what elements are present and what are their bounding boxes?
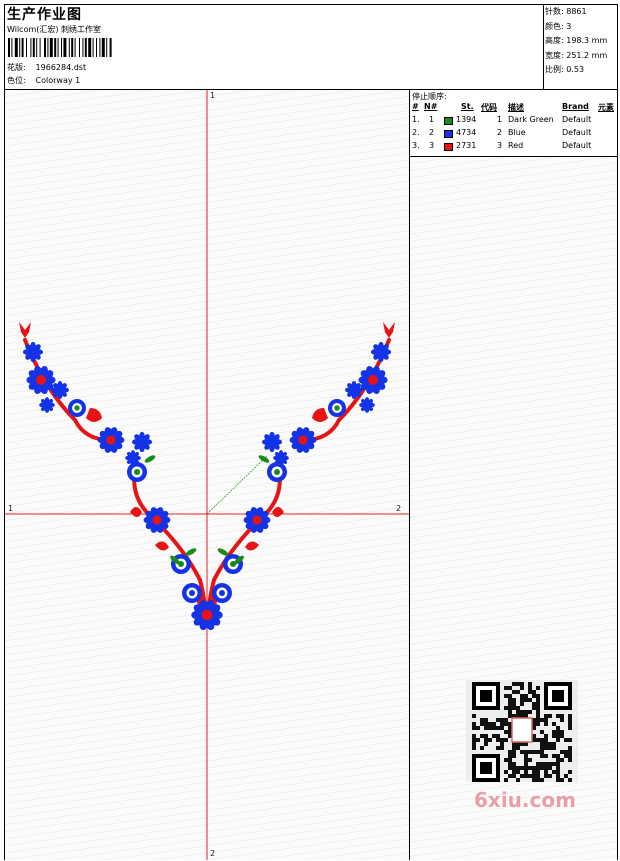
- col-header-element: 元素: [598, 103, 614, 112]
- stop-sequence-table: 停止顺序: # N# St. 代码 描述 Brand 元素 1. 1 1394 1 Da…: [410, 90, 617, 157]
- barcode-icon: [8, 38, 112, 57]
- header-left: 生产作业图 Wilcom(汇宏) 刺绣工作室 花版: 1966284.dst 色…: [5, 5, 544, 89]
- col-header-num: #: [412, 102, 419, 111]
- stop-code: 2: [497, 128, 503, 137]
- stop-stitches: 4734: [456, 128, 477, 137]
- stop-brand: Default: [562, 128, 592, 137]
- stop-desc: Blue: [508, 128, 526, 137]
- axis-right-label: 2: [396, 504, 402, 513]
- colorway-info: 色位: Colorway 1: [7, 75, 80, 86]
- design-file-label: 花版:: [7, 63, 26, 72]
- col-header-code: 代码: [481, 103, 497, 112]
- stop-num: 1.: [412, 115, 420, 124]
- stop-n: 3: [429, 141, 435, 150]
- embroidery-preview: [5, 90, 409, 860]
- stop-desc: Red: [508, 141, 524, 150]
- stat-scale: 比例: 0.53: [545, 65, 585, 74]
- stop-num: 3.: [412, 141, 420, 150]
- stop-brand: Default: [562, 141, 592, 150]
- stop-code: 1: [497, 115, 503, 124]
- studio-name: Wilcom(汇宏) 刺绣工作室: [7, 25, 102, 34]
- design-stats: 针数: 8861 颜色: 3 高度: 198.3 mm 宽度: 251.2 mm…: [545, 5, 607, 78]
- sheet-header: 生产作业图 Wilcom(汇宏) 刺绣工作室 花版: 1966284.dst 色…: [5, 5, 617, 90]
- stop-code: 3: [497, 141, 503, 150]
- stop-row: 3. 3 2731 3 Red Default: [410, 141, 617, 153]
- col-header-n: N#: [424, 102, 438, 111]
- design-file-info: 花版: 1966284.dst: [7, 62, 86, 73]
- stop-num: 2.: [412, 128, 420, 137]
- axis-left-label: 1: [8, 504, 14, 513]
- col-header-desc: 描述: [508, 103, 524, 112]
- stop-n: 2: [429, 128, 435, 137]
- stat-height: 高度: 198.3 mm: [545, 36, 608, 45]
- axis-top-label: 1: [210, 91, 216, 100]
- axis-bottom-label: 2: [210, 849, 216, 858]
- watermark-text: 6xiu.com: [474, 788, 576, 812]
- colorway-label: 色位:: [7, 76, 26, 85]
- stop-brand: Default: [562, 115, 592, 124]
- page-title: 生产作业图: [7, 7, 82, 23]
- col-header-stitches: St.: [461, 102, 474, 111]
- color-swatch: [444, 117, 453, 125]
- stop-sequence-caption: 停止顺序:: [412, 92, 447, 101]
- stop-n: 1: [429, 115, 435, 124]
- color-swatch: [444, 130, 453, 138]
- color-swatch: [444, 143, 453, 151]
- stat-stitches: 针数: 8861: [545, 7, 587, 16]
- col-header-brand: Brand: [562, 102, 589, 111]
- qr-code-icon: [466, 680, 578, 782]
- design-file-value: 1966284.dst: [35, 63, 87, 72]
- stop-stitches: 2731: [456, 141, 477, 150]
- colorway-value: Colorway 1: [35, 76, 81, 85]
- stop-desc: Dark Green: [508, 115, 554, 124]
- stat-colors: 颜色: 3: [545, 21, 572, 31]
- stat-width: 宽度: 251.2 mm: [545, 50, 608, 60]
- stop-row: 2. 2 4734 2 Blue Default: [410, 128, 617, 140]
- stop-stitches: 1394: [456, 115, 477, 124]
- stop-row: 1. 1 1394 1 Dark Green Default: [410, 115, 617, 127]
- design-canvas: 1 2 1 2: [5, 90, 410, 860]
- stop-table-header: # N# St. 代码 描述 Brand 元素: [410, 102, 617, 114]
